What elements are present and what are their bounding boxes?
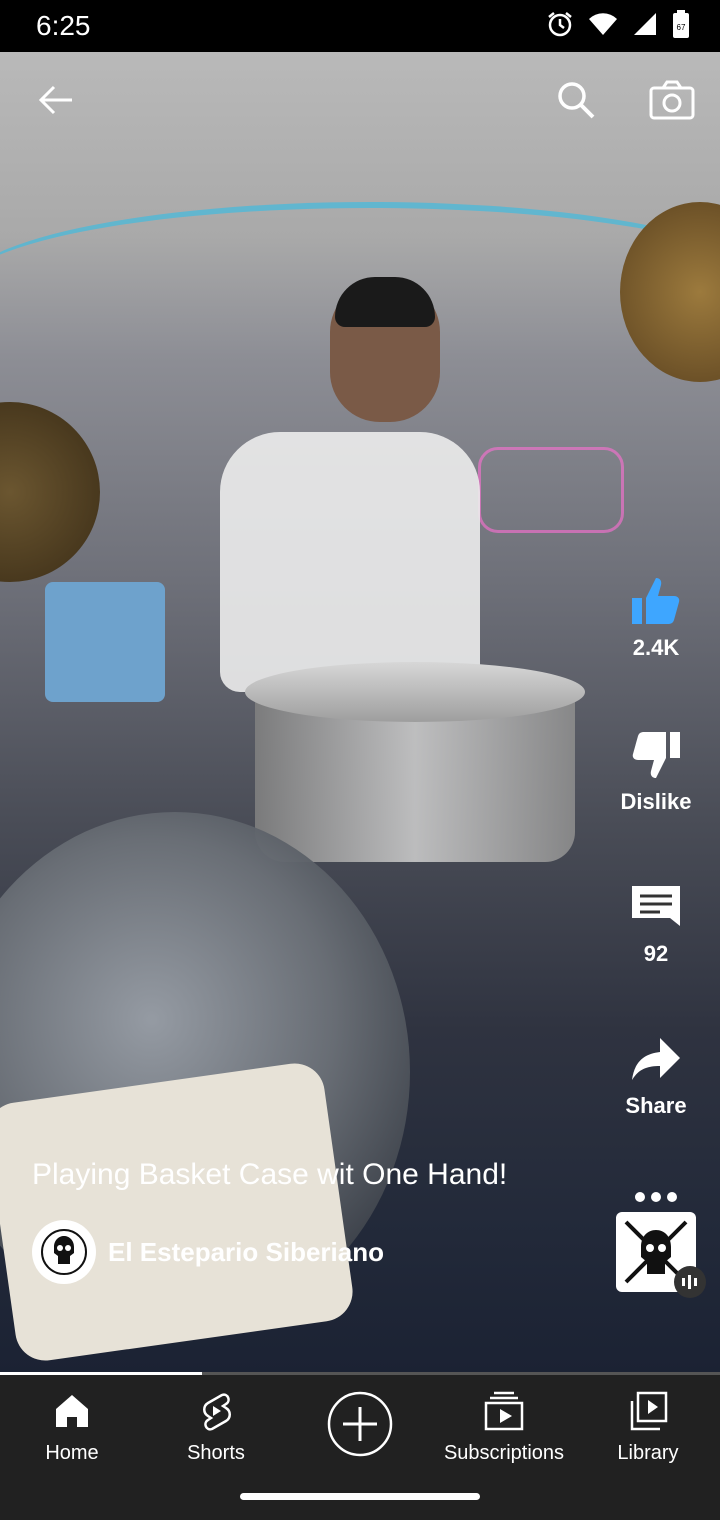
pillow: [0, 1059, 357, 1365]
status-icons: 67: [546, 9, 690, 44]
nav-subscriptions-label: Subscriptions: [443, 1442, 565, 1464]
snare-drum-top: [245, 662, 585, 722]
status-bar: 6:25 67: [0, 0, 720, 52]
camera-icon: [649, 80, 695, 120]
comments-count: 92: [643, 941, 669, 966]
more-dots-icon: [635, 1192, 677, 1202]
like-count: 2.4K: [632, 635, 680, 660]
audio-badge-icon: [674, 1266, 706, 1298]
search-icon: [558, 82, 595, 119]
home-indicator[interactable]: [240, 1493, 480, 1500]
share-icon: [632, 1038, 680, 1080]
create-plus-icon: [327, 1391, 393, 1457]
nav-home[interactable]: Home: [2, 1391, 142, 1465]
comments-button[interactable]: 92: [606, 880, 706, 967]
nav-library-label: Library: [617, 1442, 679, 1464]
video-title[interactable]: Playing Basket Case wit One Hand!: [32, 1158, 507, 1192]
share-button[interactable]: Share: [606, 1032, 706, 1119]
nav-library[interactable]: Library: [578, 1391, 718, 1465]
signal-icon: [632, 11, 658, 42]
nav-create[interactable]: [290, 1391, 430, 1462]
search-button[interactable]: [548, 72, 604, 128]
thumbs-up-icon: [632, 578, 680, 624]
comment-icon: [632, 886, 680, 926]
nav-home-label: Home: [45, 1442, 99, 1464]
nav-subscriptions[interactable]: Subscriptions: [434, 1391, 574, 1465]
cymbal-left: [0, 402, 100, 582]
home-icon: [56, 1395, 88, 1427]
wifi-icon: [588, 11, 618, 42]
channel-info[interactable]: El Estepario Siberiano: [32, 1220, 384, 1284]
status-time: 6:25: [36, 10, 91, 41]
channel-name[interactable]: El Estepario Siberiano: [108, 1237, 384, 1268]
camera-button[interactable]: [644, 72, 700, 128]
poster: [45, 582, 165, 702]
subscriptions-icon: [484, 1391, 524, 1431]
dislike-label: Dislike: [620, 789, 692, 814]
like-button[interactable]: 2.4K: [606, 574, 706, 661]
sound-thumbnail[interactable]: [616, 1212, 706, 1298]
alarm-icon: [546, 10, 574, 43]
channel-avatar[interactable]: [32, 1220, 96, 1284]
back-button[interactable]: [28, 72, 84, 128]
shorts-icon: [203, 1393, 231, 1431]
nav-shorts[interactable]: Shorts: [146, 1391, 286, 1465]
neon-sign: [478, 447, 624, 533]
battery-icon: 67: [672, 9, 690, 44]
thumbs-down-icon: [632, 732, 680, 778]
back-arrow-icon: [38, 85, 72, 115]
skull-logo-icon: [41, 1229, 87, 1275]
dislike-button[interactable]: Dislike: [606, 728, 706, 815]
drummer: [220, 432, 480, 692]
svg-text:67: 67: [677, 23, 686, 32]
share-label: Share: [625, 1093, 687, 1118]
library-icon: [630, 1391, 668, 1431]
nav-shorts-label: Shorts: [187, 1442, 245, 1464]
